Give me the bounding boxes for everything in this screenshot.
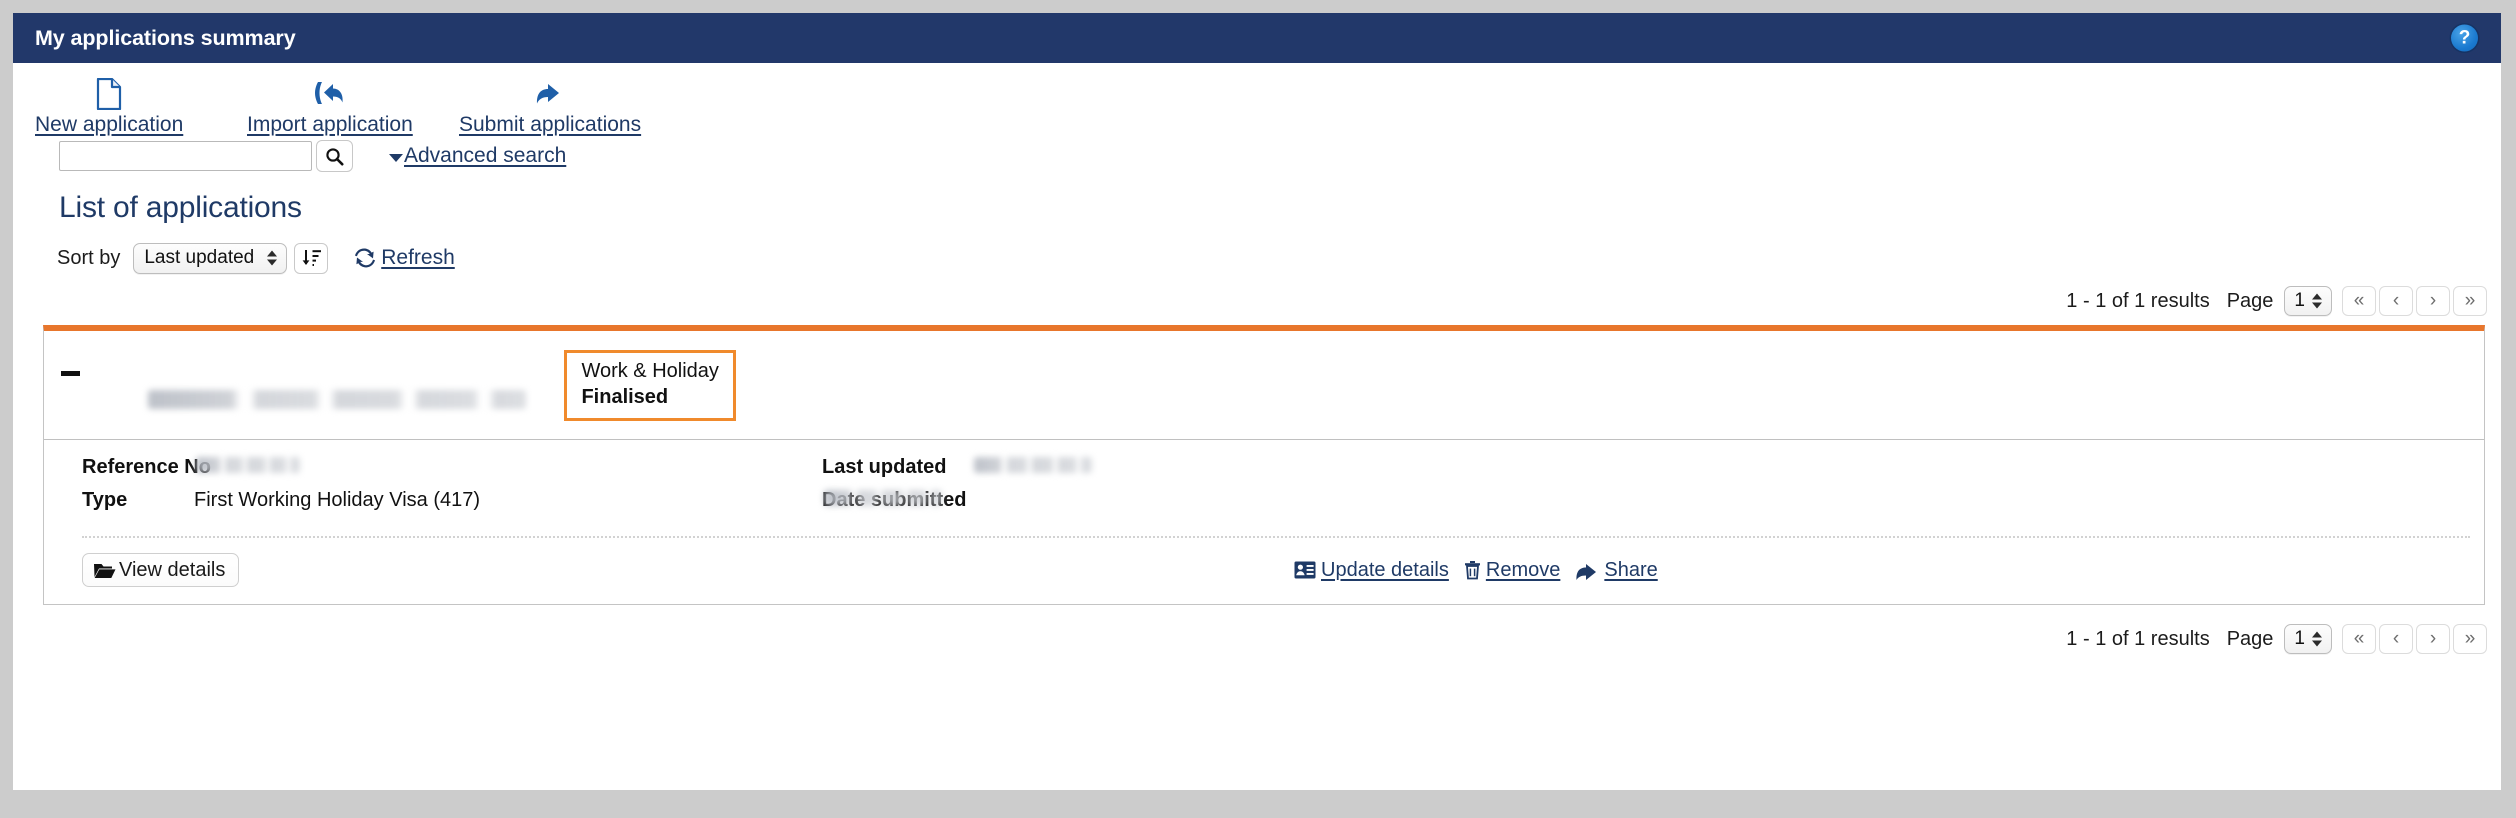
page-content: New application Import application Submi…: [13, 63, 2501, 657]
visa-stream-label: Work & Holiday: [581, 360, 719, 382]
previous-page-button[interactable]: ‹: [2379, 624, 2413, 654]
help-icon[interactable]: ?: [2451, 24, 2478, 52]
update-details-link[interactable]: Update details: [1294, 559, 1449, 582]
window-title-bar: My applications summary ?: [13, 13, 2501, 63]
sort-row: Sort by Last updated Refresh: [13, 241, 2501, 275]
detail-last-updated: Last updated: [822, 456, 2484, 479]
sort-by-select[interactable]: Last updated: [133, 242, 288, 274]
detail-date-submitted: Date submitted: [822, 489, 2484, 512]
first-page-button[interactable]: «: [2342, 286, 2376, 316]
minus-icon: [60, 371, 80, 376]
status-highlight-box: Work & Holiday Finalised: [564, 350, 736, 422]
pagination-top: 1 - 1 of 1 results Page 1 « ‹ › »: [13, 283, 2501, 319]
page-label-top: Page: [2226, 289, 2274, 312]
next-page-button[interactable]: ›: [2416, 624, 2450, 654]
application-action-links: Update details Remove Share: [1294, 559, 1658, 582]
id-card-icon: [1294, 561, 1316, 579]
pagination-nav-bottom: « ‹ › »: [2342, 624, 2487, 654]
share-label: Share: [1604, 558, 1658, 581]
detail-row: Reference No Last updated: [44, 456, 2484, 489]
type-value: First Working Holiday Visa (417): [194, 489, 481, 511]
import-arrow-icon: [313, 76, 347, 112]
submit-applications-button[interactable]: Submit applications: [459, 76, 641, 137]
search-button[interactable]: [316, 140, 353, 172]
page-panel: My applications summary ? New applicatio…: [13, 13, 2501, 790]
first-page-button[interactable]: «: [2342, 624, 2376, 654]
caret-down-icon: [389, 154, 403, 162]
refresh-label: Refresh: [381, 246, 455, 269]
share-link[interactable]: Share: [1575, 558, 1658, 582]
pagination-nav-top: « ‹ › »: [2342, 286, 2487, 316]
new-application-label: New application: [35, 113, 184, 136]
page-title: My applications summary: [35, 25, 296, 50]
reference-no-label: Reference No: [82, 456, 211, 478]
stepper-arrows-icon: [2312, 631, 2322, 647]
import-application-button[interactable]: Import application: [247, 76, 413, 137]
type-label: Type: [82, 489, 128, 511]
applicant-name-redacted: [148, 390, 526, 410]
page-select-bottom[interactable]: 1: [2284, 624, 2332, 654]
application-card-body: Reference No Last updated Type First Wor…: [44, 440, 2484, 604]
screenshot-viewport: My applications summary ? New applicatio…: [0, 0, 2516, 818]
search-icon: [325, 147, 344, 166]
submit-applications-label: Submit applications: [459, 113, 642, 136]
application-actions: View details Update details Remove Share: [82, 536, 2470, 604]
last-updated-value-redacted: [974, 457, 1092, 473]
open-folder-icon: [93, 561, 116, 580]
previous-page-button[interactable]: ‹: [2379, 286, 2413, 316]
applications-toolbar: New application Import application Submi…: [13, 63, 2501, 137]
application-header-body: Work & Holiday Finalised: [96, 343, 2484, 422]
page-select-top[interactable]: 1: [2284, 286, 2332, 316]
remove-label: Remove: [1485, 558, 1561, 581]
advanced-search-link[interactable]: Advanced search: [389, 144, 566, 168]
advanced-search-label: Advanced search: [404, 144, 567, 167]
status-badge: Finalised: [581, 385, 669, 408]
collapse-toggle[interactable]: [44, 343, 96, 376]
last-updated-label: Last updated: [822, 456, 947, 478]
sort-by-label: Sort by: [57, 246, 121, 269]
sort-descending-icon: [301, 248, 322, 268]
sort-by-value: Last updated: [144, 247, 255, 268]
new-application-button[interactable]: New application: [35, 76, 183, 137]
detail-reference-no: Reference No: [82, 456, 822, 479]
page-select-value-top: 1: [2294, 290, 2305, 311]
submit-arrow-icon: [534, 76, 566, 112]
date-submitted-value-redacted: [824, 490, 942, 506]
stepper-arrows-icon: [267, 250, 278, 266]
last-page-button[interactable]: »: [2453, 624, 2487, 654]
application-card-header: Work & Holiday Finalised: [44, 331, 2484, 440]
reference-no-value-redacted: [196, 457, 300, 473]
pagination-bottom: 1 - 1 of 1 results Page 1 « ‹ › »: [13, 621, 2501, 657]
refresh-link[interactable]: Refresh: [354, 246, 455, 270]
remove-link[interactable]: Remove: [1464, 559, 1560, 582]
sort-direction-button[interactable]: [294, 242, 329, 274]
import-application-label: Import application: [247, 113, 413, 136]
stepper-arrows-icon: [2312, 293, 2322, 309]
view-details-label: View details: [119, 558, 226, 581]
detail-row: Type First Working Holiday Visa (417) Da…: [44, 489, 2484, 522]
application-card: Work & Holiday Finalised Reference No La…: [43, 325, 2485, 605]
search-row: Advanced search: [13, 135, 2501, 177]
share-arrow-icon: [1575, 561, 1599, 580]
last-page-button[interactable]: »: [2453, 286, 2487, 316]
page-select-value-bottom: 1: [2294, 628, 2305, 649]
detail-type: Type First Working Holiday Visa (417): [82, 489, 822, 512]
results-count-bottom: 1 - 1 of 1 results: [2066, 627, 2210, 650]
list-heading: List of applications: [59, 191, 302, 224]
search-input[interactable]: [59, 141, 312, 171]
page-label-bottom: Page: [2226, 627, 2274, 650]
next-page-button[interactable]: ›: [2416, 286, 2450, 316]
help-icon-glyph: ?: [2458, 27, 2471, 49]
results-count-top: 1 - 1 of 1 results: [2066, 289, 2210, 312]
refresh-icon: [354, 248, 376, 268]
trash-icon: [1464, 560, 1481, 580]
view-details-button[interactable]: View details: [82, 553, 240, 587]
update-details-label: Update details: [1321, 558, 1449, 581]
new-document-icon: [96, 76, 122, 112]
